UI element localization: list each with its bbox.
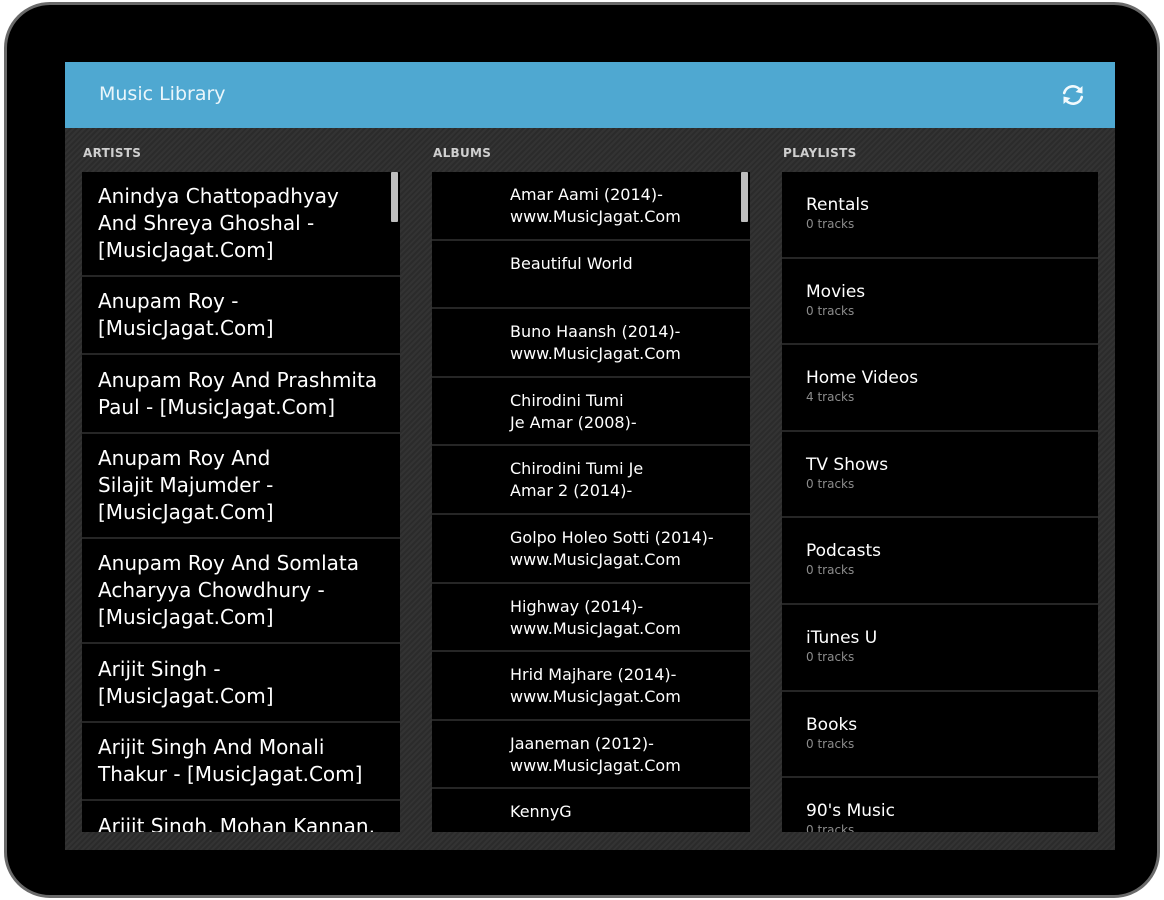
- artist-item[interactable]: Arijit Singh And Monali Thakur - [MusicJ…: [82, 723, 400, 801]
- album-item[interactable]: Highway (2014)- www.MusicJagat.Com: [432, 584, 750, 653]
- refresh-button[interactable]: [1059, 81, 1087, 109]
- albums-scrollbar[interactable]: [741, 172, 748, 222]
- album-item[interactable]: Chirodini Tumi Je Amar (2008)-: [432, 378, 750, 447]
- artist-item[interactable]: Anindya Chattopadhyay And Shreya Ghoshal…: [82, 172, 400, 277]
- playlists-column: PLAYLISTS Rentals 0 tracks Movies 0 trac…: [765, 128, 1115, 850]
- playlist-track-count: 0 tracks: [806, 563, 855, 578]
- refresh-icon: [1062, 85, 1084, 105]
- playlist-item[interactable]: TV Shows 0 tracks: [782, 432, 1098, 519]
- album-item[interactable]: Buno Haansh (2014)- www.MusicJagat.Com: [432, 309, 750, 378]
- playlist-name: Movies: [806, 281, 866, 302]
- playlist-name: Podcasts: [806, 541, 881, 562]
- playlist-item[interactable]: Podcasts 0 tracks: [782, 518, 1098, 605]
- albums-column: ALBUMS Amar Aami (2014)- www.MusicJagat.…: [415, 128, 765, 850]
- playlist-track-count: 0 tracks: [806, 736, 855, 751]
- album-item[interactable]: KennyG: [432, 789, 750, 832]
- album-item[interactable]: Beautiful World: [432, 241, 750, 310]
- album-item[interactable]: Hrid Majhare (2014)- www.MusicJagat.Com: [432, 652, 750, 721]
- artist-item[interactable]: Anupam Roy And Prashmita Paul - [MusicJa…: [82, 355, 400, 434]
- artist-item[interactable]: Anupam Roy - [MusicJagat.Com]: [82, 277, 400, 355]
- playlist-track-count: 0 tracks: [806, 303, 855, 318]
- playlist-item[interactable]: iTunes U 0 tracks: [782, 605, 1098, 692]
- playlist-name: 90's Music: [806, 801, 895, 822]
- artist-item[interactable]: Arijit Singh - [MusicJagat.Com]: [82, 644, 400, 723]
- playlist-track-count: 0 tracks: [806, 217, 855, 231]
- playlist-name: TV Shows: [806, 454, 889, 475]
- app-screen: Music Library ARTISTS Anindya Chattopadh…: [65, 62, 1115, 850]
- artist-item[interactable]: Anupam Roy And Somlata Acharyya Chowdhur…: [82, 539, 400, 644]
- app-title: Music Library: [99, 83, 226, 105]
- albums-list[interactable]: Amar Aami (2014)- www.MusicJagat.Com Bea…: [432, 172, 750, 832]
- tablet-frame: Music Library ARTISTS Anindya Chattopadh…: [4, 2, 1160, 898]
- artist-item[interactable]: Arijit Singh, Mohan Kannan,: [82, 801, 400, 832]
- album-item[interactable]: Amar Aami (2014)- www.MusicJagat.Com: [432, 172, 750, 241]
- playlists-header: PLAYLISTS: [783, 146, 857, 160]
- artists-header: ARTISTS: [83, 146, 142, 160]
- playlist-track-count: 4 tracks: [806, 390, 855, 405]
- playlist-name: Home Videos: [806, 368, 919, 389]
- playlist-item[interactable]: 90's Music 0 tracks: [782, 778, 1098, 832]
- action-bar: Music Library: [65, 62, 1115, 128]
- album-item[interactable]: Jaaneman (2012)- www.MusicJagat.Com: [432, 721, 750, 790]
- playlist-track-count: 0 tracks: [806, 649, 855, 664]
- artists-column: ARTISTS Anindya Chattopadhyay And Shreya…: [65, 128, 415, 850]
- albums-header: ALBUMS: [433, 146, 492, 160]
- playlist-item[interactable]: Movies 0 tracks: [782, 259, 1098, 346]
- playlist-item[interactable]: Home Videos 4 tracks: [782, 345, 1098, 432]
- album-item[interactable]: Golpo Holeo Sotti (2014)- www.MusicJagat…: [432, 515, 750, 584]
- playlist-track-count: 0 tracks: [806, 823, 855, 832]
- playlist-name: iTunes U: [806, 627, 878, 648]
- playlist-name: Books: [806, 714, 858, 735]
- artists-list[interactable]: Anindya Chattopadhyay And Shreya Ghoshal…: [82, 172, 400, 832]
- playlist-item[interactable]: Books 0 tracks: [782, 692, 1098, 779]
- artists-scrollbar[interactable]: [391, 172, 398, 222]
- playlists-list[interactable]: Rentals 0 tracks Movies 0 tracks Home Vi…: [782, 172, 1098, 832]
- album-item[interactable]: Chirodini Tumi Je Amar 2 (2014)-: [432, 446, 750, 515]
- playlist-name: Rentals: [806, 195, 869, 215]
- playlist-item[interactable]: Rentals 0 tracks: [782, 172, 1098, 259]
- artist-item[interactable]: Anupam Roy And Silajit Majumder - [Music…: [82, 434, 400, 539]
- playlist-track-count: 0 tracks: [806, 476, 855, 491]
